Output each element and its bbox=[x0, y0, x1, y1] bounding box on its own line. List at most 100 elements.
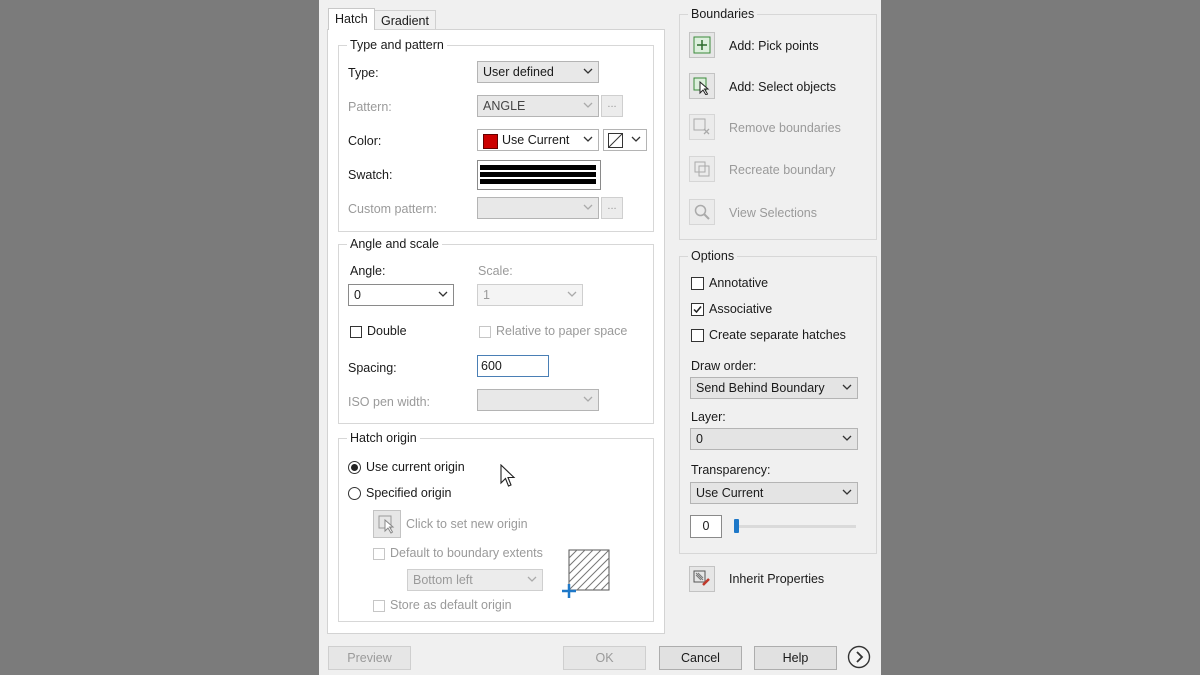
type-pattern-title: Type and pattern bbox=[347, 38, 447, 52]
radio-dot bbox=[351, 464, 358, 471]
iso-pen-select bbox=[477, 389, 599, 411]
separate-hatches-label: Create separate hatches bbox=[709, 328, 846, 342]
angle-input[interactable]: 0 bbox=[348, 284, 454, 306]
layer-label: Layer: bbox=[691, 410, 726, 424]
transparency-slider-track[interactable] bbox=[734, 525, 856, 528]
no-color-icon bbox=[608, 133, 623, 148]
chevron-down-icon bbox=[583, 68, 593, 74]
boundaries-group: Boundaries Add: Pick points Add: Select … bbox=[679, 7, 877, 240]
chevron-down-icon bbox=[842, 384, 852, 390]
transparency-slider-thumb[interactable] bbox=[734, 519, 739, 533]
iso-pen-label: ISO pen width: bbox=[348, 395, 430, 409]
pattern-browse-button: ... bbox=[601, 95, 623, 117]
tab-hatch-label: Hatch bbox=[335, 12, 368, 26]
double-label: Double bbox=[367, 324, 407, 338]
hatch-tab-panel: Type and pattern Type: User defined Patt… bbox=[327, 29, 665, 634]
pick-points-button[interactable] bbox=[689, 32, 715, 58]
inherit-properties-button[interactable] bbox=[689, 566, 715, 592]
origin-position-select: Bottom left bbox=[407, 569, 543, 591]
chevron-down-icon bbox=[842, 489, 852, 495]
transparency-number: 0 bbox=[702, 519, 710, 533]
custom-pattern-browse-button: ... bbox=[601, 197, 623, 219]
separate-hatches-checkbox[interactable] bbox=[691, 329, 704, 342]
chevron-down-icon bbox=[842, 435, 852, 441]
chevron-down-icon bbox=[438, 291, 448, 297]
scale-label: Scale: bbox=[478, 264, 513, 278]
color-select[interactable]: Use Current bbox=[477, 129, 599, 151]
swatch-pattern-icon bbox=[480, 165, 596, 184]
color-swatch-red bbox=[483, 134, 498, 149]
transparency-select[interactable]: Use Current bbox=[690, 482, 858, 504]
cancel-button[interactable]: Cancel bbox=[659, 646, 742, 670]
annotative-checkbox[interactable] bbox=[691, 277, 704, 290]
double-checkbox[interactable] bbox=[350, 326, 362, 338]
use-current-origin-label: Use current origin bbox=[366, 460, 465, 474]
pattern-value: ANGLE bbox=[483, 99, 526, 113]
draw-order-label: Draw order: bbox=[691, 359, 757, 373]
default-extents-label: Default to boundary extents bbox=[390, 546, 543, 560]
default-extents-checkbox bbox=[373, 548, 385, 560]
options-group: Options Annotative Associative Create se… bbox=[679, 249, 877, 554]
specified-origin-radio[interactable] bbox=[348, 487, 361, 500]
associative-checkbox[interactable] bbox=[691, 303, 704, 316]
spacing-value: 600 bbox=[481, 359, 502, 373]
type-select[interactable]: User defined bbox=[477, 61, 599, 83]
store-default-checkbox bbox=[373, 600, 385, 612]
transparency-number-input[interactable]: 0 bbox=[690, 515, 722, 538]
angle-scale-title: Angle and scale bbox=[347, 237, 442, 251]
options-title: Options bbox=[688, 249, 738, 263]
chevron-down-icon bbox=[583, 102, 593, 108]
recreate-boundary-button bbox=[689, 156, 715, 182]
spacing-input[interactable]: 600 bbox=[477, 355, 549, 377]
tab-hatch[interactable]: Hatch bbox=[328, 8, 375, 30]
background-color-select[interactable] bbox=[603, 129, 647, 151]
specified-origin-label: Specified origin bbox=[366, 486, 452, 500]
custom-pattern-select bbox=[477, 197, 599, 219]
remove-boundaries-icon bbox=[693, 118, 710, 135]
view-selections-label: View Selections bbox=[729, 206, 818, 220]
inherit-properties-label: Inherit Properties bbox=[729, 572, 825, 586]
annotative-label: Annotative bbox=[709, 276, 769, 290]
tab-gradient[interactable]: Gradient bbox=[374, 10, 436, 30]
draw-order-value: Send Behind Boundary bbox=[696, 381, 825, 395]
view-selections-button bbox=[689, 199, 715, 225]
angle-label: Angle: bbox=[350, 264, 386, 278]
angle-value: 0 bbox=[354, 288, 361, 302]
expand-more-options-icon[interactable] bbox=[847, 645, 871, 669]
draw-order-select[interactable]: Send Behind Boundary bbox=[690, 377, 858, 399]
chevron-down-icon bbox=[583, 396, 593, 402]
recreate-boundary-icon bbox=[694, 161, 710, 177]
select-objects-label: Add: Select objects bbox=[729, 80, 837, 94]
boundaries-title: Boundaries bbox=[688, 7, 758, 21]
inherit-brush-icon bbox=[693, 570, 710, 586]
scale-value: 1 bbox=[483, 288, 490, 302]
use-current-origin-radio[interactable] bbox=[348, 461, 361, 474]
ok-button: OK bbox=[563, 646, 646, 670]
store-default-label: Store as default origin bbox=[390, 598, 512, 612]
preview-button: Preview bbox=[328, 646, 411, 670]
help-button[interactable]: Help bbox=[754, 646, 837, 670]
magnifier-icon bbox=[694, 204, 710, 220]
checkmark-icon bbox=[693, 306, 702, 314]
swatch-label: Swatch: bbox=[348, 168, 393, 182]
relative-paper-label: Relative to paper space bbox=[496, 324, 628, 338]
layer-value: 0 bbox=[696, 432, 703, 446]
origin-position-value: Bottom left bbox=[413, 573, 473, 587]
hatch-origin-title: Hatch origin bbox=[347, 431, 420, 445]
pick-origin-icon bbox=[378, 515, 395, 534]
scale-input: 1 bbox=[477, 284, 583, 306]
type-value: User defined bbox=[483, 65, 554, 79]
chevron-down-icon bbox=[583, 204, 593, 210]
origin-preview-icon bbox=[562, 549, 610, 598]
set-origin-button bbox=[373, 510, 401, 538]
select-objects-button[interactable] bbox=[689, 73, 715, 99]
hatch-swatch-preview[interactable] bbox=[477, 160, 601, 190]
hatch-origin-group: Hatch origin Use current origin Specifie… bbox=[338, 431, 654, 622]
tab-gradient-label: Gradient bbox=[381, 14, 429, 28]
layer-select[interactable]: 0 bbox=[690, 428, 858, 450]
chevron-down-icon bbox=[527, 576, 537, 582]
click-set-origin-label: Click to set new origin bbox=[406, 517, 528, 531]
custom-pattern-label: Custom pattern: bbox=[348, 202, 437, 216]
select-objects-icon bbox=[693, 77, 710, 95]
hatch-dialog: Hatch Gradient Type and pattern Type: Us… bbox=[319, 0, 881, 675]
